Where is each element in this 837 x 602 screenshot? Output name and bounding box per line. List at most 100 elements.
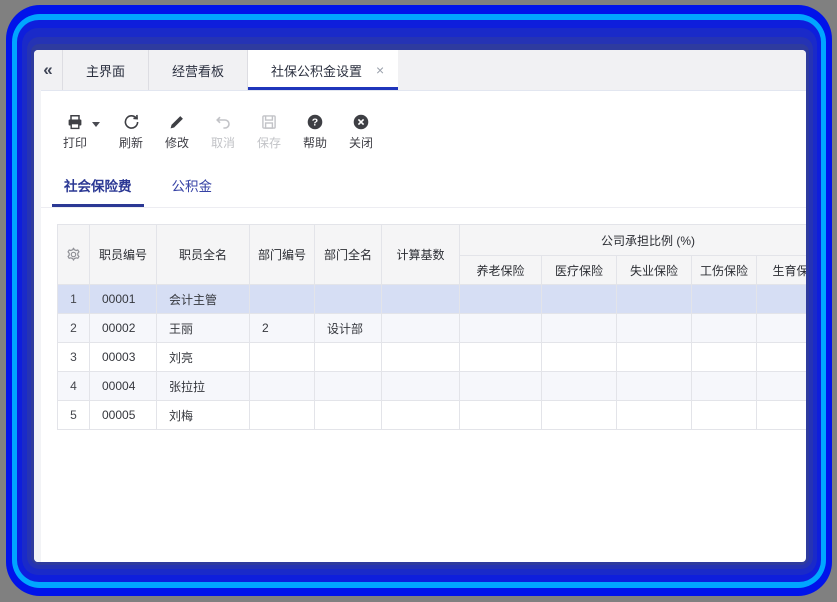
emp-name-cell: 刘梅 [157, 401, 250, 430]
table-row[interactable]: 2 00002 王丽 2 设计部 [58, 314, 807, 343]
help-icon: ? [306, 113, 324, 131]
pencil-icon [168, 113, 186, 131]
cancel-button: 取消 [200, 113, 246, 151]
calc-base-cell [382, 401, 460, 430]
col-header-calc-base: 计算基数 [382, 225, 460, 285]
group-header-company-ratio: 公司承担比例 (%) [460, 225, 807, 256]
row-number-cell: 5 [58, 401, 90, 430]
injury-cell [692, 285, 757, 314]
subtab-label: 社会保险费 [64, 179, 132, 194]
col-header-dept-name: 部门全名 [315, 225, 382, 285]
help-button[interactable]: ? 帮助 [292, 113, 338, 151]
save-icon [260, 113, 278, 131]
medical-cell [542, 285, 617, 314]
col-header-injury: 工伤保险 [692, 256, 757, 285]
col-header-dept-id: 部门编号 [250, 225, 315, 285]
tab-business-dashboard[interactable]: 经营看板 [148, 50, 247, 90]
toolbar-label: 刷新 [119, 134, 143, 151]
frame-band-2: « 主界面 经营看板 社保公积金设置 × [22, 28, 817, 575]
maternity-cell [757, 372, 807, 401]
calc-base-cell [382, 343, 460, 372]
table-row[interactable]: 1 00001 会计主管 [58, 285, 807, 314]
emp-name-cell: 张拉拉 [157, 372, 250, 401]
maternity-cell [757, 285, 807, 314]
dept-name-cell [315, 285, 382, 314]
col-header-maternity: 生育保险 [757, 256, 807, 285]
emp-name-cell: 王丽 [157, 314, 250, 343]
print-dropdown-button[interactable] [92, 113, 100, 135]
dept-id-cell: 2 [250, 314, 315, 343]
tab-main-screen[interactable]: 主界面 [62, 50, 148, 90]
maternity-cell [757, 314, 807, 343]
toolbar-label: 取消 [211, 134, 235, 151]
injury-cell [692, 401, 757, 430]
row-number-cell: 4 [58, 372, 90, 401]
left-gutter [34, 90, 41, 562]
dept-name-cell [315, 401, 382, 430]
emp-id-cell: 00005 [90, 401, 157, 430]
calc-base-cell [382, 372, 460, 401]
double-chevron-left-icon: « [43, 60, 52, 80]
calc-base-cell [382, 314, 460, 343]
dept-id-cell [250, 285, 315, 314]
unemployment-cell [617, 285, 692, 314]
medical-cell [542, 314, 617, 343]
save-button: 保存 [246, 113, 292, 151]
col-header-medical: 医疗保险 [542, 256, 617, 285]
unemployment-cell [617, 372, 692, 401]
collapse-sidebar-button[interactable]: « [34, 50, 62, 90]
medical-cell [542, 372, 617, 401]
frame-band-3: « 主界面 经营看板 社保公积金设置 × [27, 37, 813, 569]
dept-id-cell [250, 343, 315, 372]
tab-label: 主界面 [86, 61, 125, 80]
frame-band-cyan: « 主界面 经营看板 社保公积金设置 × [12, 14, 826, 588]
table-row[interactable]: 3 00003 刘亮 [58, 343, 807, 372]
injury-cell [692, 372, 757, 401]
emp-id-cell: 00003 [90, 343, 157, 372]
row-number-cell: 2 [58, 314, 90, 343]
subtab-social-insurance-fee[interactable]: 社会保险费 [52, 171, 144, 207]
calc-base-cell [382, 285, 460, 314]
injury-cell [692, 314, 757, 343]
window-content: « 主界面 经营看板 社保公积金设置 × [34, 50, 806, 562]
refresh-button[interactable]: 刷新 [108, 113, 154, 151]
svg-text:?: ? [312, 117, 318, 129]
toolbar-label: 帮助 [303, 134, 327, 151]
frame-band-4: « 主界面 经营看板 社保公积金设置 × [31, 44, 809, 565]
gear-icon [65, 246, 82, 263]
tab-social-insurance-settings[interactable]: 社保公积金设置 × [247, 50, 398, 90]
tab-close-icon[interactable]: × [376, 63, 384, 77]
unemployment-cell [617, 343, 692, 372]
col-header-pension: 养老保险 [460, 256, 542, 285]
table-row[interactable]: 5 00005 刘梅 [58, 401, 807, 430]
data-grid: 职员编号 职员全名 部门编号 部门全名 计算基数 公司承担比例 (%) 养老保险… [57, 224, 806, 430]
subtab-label: 公积金 [172, 179, 213, 194]
table-row[interactable]: 4 00004 张拉拉 [58, 372, 807, 401]
row-number-cell: 3 [58, 343, 90, 372]
printer-icon [66, 113, 84, 131]
col-header-unemployment: 失业保险 [617, 256, 692, 285]
injury-cell [692, 343, 757, 372]
close-circle-icon [352, 113, 370, 131]
toolbar-label: 打印 [63, 134, 87, 151]
toolbar-label: 保存 [257, 134, 281, 151]
medical-cell [542, 401, 617, 430]
maternity-cell [757, 343, 807, 372]
emp-name-cell: 会计主管 [157, 285, 250, 314]
main-tab-bar: « 主界面 经营看板 社保公积金设置 × [34, 50, 806, 91]
dept-name-cell [315, 343, 382, 372]
modify-button[interactable]: 修改 [154, 113, 200, 151]
close-button[interactable]: 关闭 [338, 113, 384, 151]
window-frame: « 主界面 经营看板 社保公积金设置 × [6, 5, 832, 596]
frame-band-1: « 主界面 经营看板 社保公积金设置 × [17, 20, 821, 582]
col-header-emp-id: 职员编号 [90, 225, 157, 285]
unemployment-cell [617, 401, 692, 430]
subtab-housing-fund[interactable]: 公积金 [160, 171, 225, 207]
dept-name-cell: 设计部 [315, 314, 382, 343]
emp-id-cell: 00001 [90, 285, 157, 314]
sub-tab-bar: 社会保险费 公积金 [34, 171, 806, 208]
grid-header: 职员编号 职员全名 部门编号 部门全名 计算基数 公司承担比例 (%) 养老保险… [58, 225, 807, 285]
medical-cell [542, 343, 617, 372]
column-settings-button[interactable] [58, 225, 90, 285]
emp-id-cell: 00002 [90, 314, 157, 343]
